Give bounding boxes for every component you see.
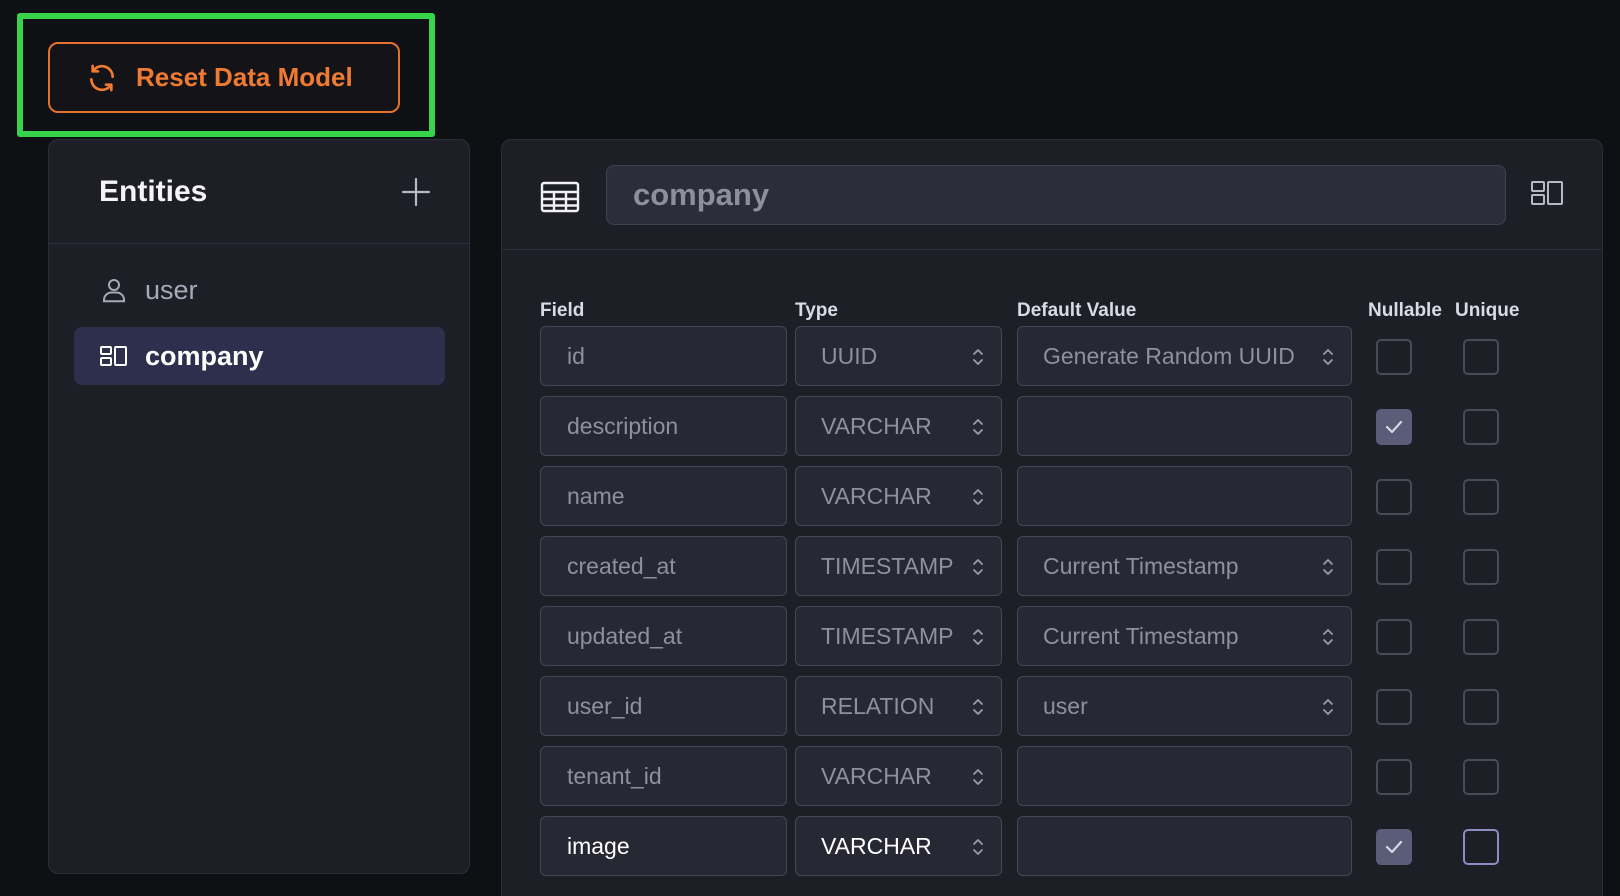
entities-title: Entities — [99, 174, 208, 208]
chevron-updown-icon — [1323, 629, 1333, 645]
chevron-updown-icon — [973, 419, 983, 435]
chevron-updown-icon — [1323, 349, 1333, 365]
type-select[interactable]: TIMESTAMP — [795, 536, 1002, 596]
default-value-input[interactable] — [1017, 746, 1352, 806]
chevron-updown-icon — [1323, 559, 1333, 575]
chevron-updown-icon — [973, 629, 983, 645]
column-header-nullable: Nullable — [1368, 300, 1442, 321]
chevron-updown-icon — [973, 349, 983, 365]
unique-checkbox[interactable] — [1463, 549, 1499, 585]
type-select[interactable]: VARCHAR — [795, 816, 1002, 876]
default-value-text: Current Timestamp — [1043, 622, 1239, 649]
field-row: user_id RELATION user — [502, 676, 1602, 736]
default-value-select[interactable]: user — [1017, 676, 1352, 736]
column-header-type: Type — [795, 300, 838, 321]
refresh-icon — [90, 64, 114, 91]
entity-item-user[interactable]: user — [74, 261, 445, 319]
nullable-checkbox[interactable] — [1376, 759, 1412, 795]
entity-name-input[interactable] — [606, 165, 1506, 225]
field-name-input[interactable]: tenant_id — [540, 746, 787, 806]
type-select[interactable]: VARCHAR — [795, 466, 1002, 526]
type-select-value: VARCHAR — [821, 762, 932, 789]
default-value-select[interactable]: Generate Random UUID — [1017, 326, 1352, 386]
type-select[interactable]: RELATION — [795, 676, 1002, 736]
checkmark-icon — [1385, 840, 1403, 854]
entities-panel: Entities user company — [48, 139, 470, 874]
unique-checkbox[interactable] — [1463, 689, 1499, 725]
type-select-value: VARCHAR — [821, 482, 932, 509]
table-icon — [540, 181, 580, 213]
add-entity-button[interactable] — [399, 175, 433, 209]
field-name-input[interactable]: created_at — [540, 536, 787, 596]
type-select[interactable]: VARCHAR — [795, 396, 1002, 456]
field-name-input[interactable]: description — [540, 396, 787, 456]
field-row: name VARCHAR — [502, 466, 1602, 526]
type-select[interactable]: UUID — [795, 326, 1002, 386]
default-value-input[interactable] — [1017, 396, 1352, 456]
unique-checkbox[interactable] — [1463, 759, 1499, 795]
nullable-checkbox[interactable] — [1376, 689, 1412, 725]
entity-label-user: user — [145, 274, 198, 305]
column-header-field: Field — [540, 300, 585, 321]
chevron-updown-icon — [973, 559, 983, 575]
field-row: description VARCHAR — [502, 396, 1602, 456]
default-value-text: Generate Random UUID — [1043, 342, 1295, 369]
default-value-text: user — [1043, 692, 1088, 719]
nullable-checkbox[interactable] — [1376, 619, 1412, 655]
default-value-input[interactable] — [1017, 466, 1352, 526]
field-row: created_at TIMESTAMP Current Timestamp — [502, 536, 1602, 596]
default-value-select[interactable]: Current Timestamp — [1017, 606, 1352, 666]
type-select-value: TIMESTAMP — [821, 552, 954, 579]
type-select-value: UUID — [821, 342, 878, 369]
field-name-input[interactable]: user_id — [540, 676, 787, 736]
detail-header — [502, 140, 1602, 250]
type-select-value: VARCHAR — [821, 832, 932, 859]
type-select-value: TIMESTAMP — [821, 622, 954, 649]
column-header-default: Default Value — [1017, 300, 1137, 321]
field-row: id UUID Generate Random UUID — [502, 326, 1602, 386]
type-select-value: RELATION — [821, 692, 935, 719]
type-select-value: VARCHAR — [821, 412, 932, 439]
field-name-input[interactable]: name — [540, 466, 787, 526]
unique-checkbox[interactable] — [1463, 619, 1499, 655]
unique-checkbox[interactable] — [1463, 409, 1499, 445]
default-value-select[interactable]: Current Timestamp — [1017, 536, 1352, 596]
field-row: tenant_id VARCHAR — [502, 746, 1602, 806]
chevron-updown-icon — [973, 769, 983, 785]
column-header-unique: Unique — [1455, 300, 1520, 321]
chevron-updown-icon — [973, 489, 983, 505]
unique-checkbox[interactable] — [1463, 479, 1499, 515]
nullable-checkbox[interactable] — [1376, 409, 1412, 445]
chevron-updown-icon — [973, 839, 983, 855]
reset-button-label: Reset Data Model — [136, 62, 353, 92]
nullable-checkbox[interactable] — [1376, 339, 1412, 375]
unique-checkbox[interactable] — [1463, 829, 1499, 865]
type-select[interactable]: VARCHAR — [795, 746, 1002, 806]
checkmark-icon — [1385, 420, 1403, 434]
entity-item-company[interactable]: company — [74, 327, 445, 385]
unique-checkbox[interactable] — [1463, 339, 1499, 375]
layout-toggle-icon[interactable] — [1530, 178, 1564, 208]
user-icon — [103, 279, 125, 303]
field-name-input[interactable]: id — [540, 326, 787, 386]
field-name-input[interactable]: updated_at — [540, 606, 787, 666]
type-select[interactable]: TIMESTAMP — [795, 606, 1002, 666]
nullable-checkbox[interactable] — [1376, 549, 1412, 585]
layout-icon — [100, 346, 127, 366]
reset-data-model-button[interactable]: Reset Data Model — [48, 42, 400, 113]
chevron-updown-icon — [1323, 699, 1333, 715]
nullable-checkbox[interactable] — [1376, 479, 1412, 515]
chevron-updown-icon — [973, 699, 983, 715]
field-row: image VARCHAR — [502, 816, 1602, 876]
app-stage: Reset Data Model Entities user company c… — [0, 0, 1620, 896]
entities-header: Entities — [49, 140, 469, 244]
plus-icon — [401, 177, 431, 206]
default-value-input[interactable] — [1017, 816, 1352, 876]
nullable-checkbox[interactable] — [1376, 829, 1412, 865]
entity-label-company: company — [145, 340, 264, 371]
field-name-input[interactable]: image — [540, 816, 787, 876]
default-value-text: Current Timestamp — [1043, 552, 1239, 579]
entity-detail-panel: Field Type Default Value Nullable Unique… — [501, 139, 1603, 896]
field-row: updated_at TIMESTAMP Current Timestamp — [502, 606, 1602, 666]
